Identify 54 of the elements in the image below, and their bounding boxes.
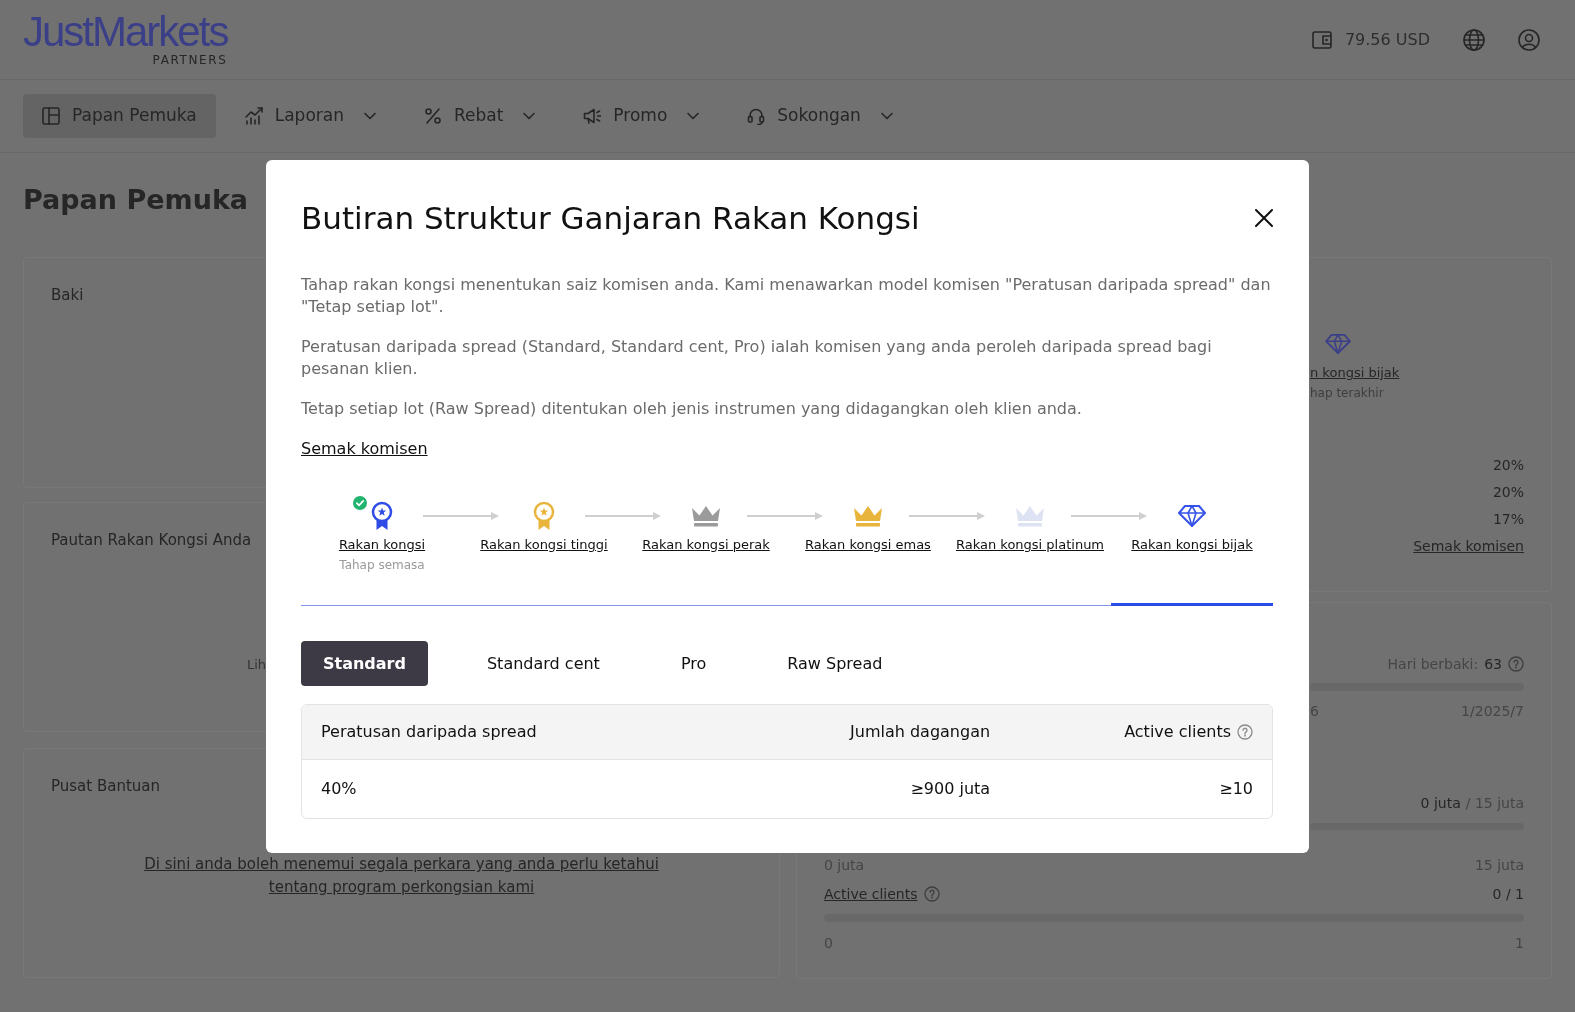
modal-title: Butiran Struktur Ganjaran Rakan Kongsi	[301, 200, 920, 236]
globe-icon[interactable]	[1463, 28, 1485, 51]
description-text: Peratusan daripada spread (Standard, Standard cent, Pro) ialah komisen yang anda peroleh daripada spread bagi pesanan klien.	[301, 336, 1213, 380]
percent-icon	[423, 107, 442, 125]
diamond-icon	[1325, 333, 1351, 355]
arrow-icon	[909, 511, 985, 521]
rate-value: 20%	[1492, 456, 1524, 475]
card-title: Baki	[51, 285, 84, 305]
chart-icon	[244, 107, 263, 125]
balance-amount: 79.56 USD	[1344, 28, 1430, 51]
arrow-icon	[585, 511, 661, 521]
level-link[interactable]: Rakan kongsi platinum	[955, 536, 1105, 554]
page-title: Papan Pemuka	[23, 183, 249, 217]
account-tab[interactable]: Standard cent	[464, 641, 622, 686]
close-icon	[1255, 209, 1273, 227]
column-header: Active clients	[1124, 721, 1231, 743]
help-icon[interactable]	[1508, 656, 1524, 672]
volume-value: 0 juta	[1420, 794, 1461, 813]
column-header: Peratusan daripada spread	[321, 721, 537, 743]
rate-value: 17%	[1492, 510, 1524, 529]
close-button[interactable]	[1255, 209, 1273, 227]
arrow-icon	[1071, 511, 1147, 521]
table-cell-text: ≥900 juta	[909, 778, 992, 800]
table-cell-text: ≥10	[1218, 778, 1254, 800]
arrow-icon	[423, 511, 499, 521]
level-link[interactable]: Rakan kongsi bijak	[1131, 536, 1253, 554]
description-text: Tahap rakan kongsi menentukan saiz komisen anda. Kami menawarkan model komisen "Peratusan daripada spread" dan "Tetap setiap lot".	[301, 274, 1272, 318]
column-header: Jumlah dagangan	[850, 721, 991, 743]
logo-tagline: PARTNERS	[152, 52, 228, 67]
card-title: Pautan Rakan Kongsi Anda	[51, 530, 252, 550]
level-note: Tahap semasa	[339, 557, 425, 573]
help-icon[interactable]	[1237, 724, 1253, 740]
level-link[interactable]: Rakan kongsi perak	[642, 536, 770, 554]
description-text: Tetap setiap lot (Raw Spread) ditentukan oleh jenis instrumen yang didagangkan oleh klien anda.	[301, 398, 1083, 420]
wallet-icon	[1311, 30, 1332, 49]
clients-value: 0 / 1	[1492, 885, 1524, 904]
table-cell-text: 40%	[320, 778, 358, 800]
megaphone-icon	[583, 107, 602, 125]
level-link[interactable]: Rakan kongsi emas	[805, 536, 931, 554]
user-icon[interactable]	[1518, 28, 1540, 51]
account-tab[interactable]: Standard	[301, 641, 428, 686]
account-tab[interactable]: Raw Spread	[765, 641, 905, 686]
account-tab[interactable]: Pro	[658, 641, 729, 686]
card-title: Pusat Bantuan	[51, 776, 161, 796]
help-icon[interactable]	[923, 886, 940, 902]
level-link[interactable]: Rakan kongsi tinggi	[480, 536, 608, 554]
level-link[interactable]: Rakan kongsi	[338, 536, 426, 554]
commission-link[interactable]: Semak komisen	[301, 438, 428, 460]
rate-value: 20%	[1492, 483, 1524, 502]
headset-icon	[747, 107, 766, 125]
card-text: Lih	[247, 656, 267, 674]
layout-icon	[42, 107, 60, 125]
days-value: 63	[1484, 655, 1502, 674]
arrow-icon	[747, 511, 823, 521]
